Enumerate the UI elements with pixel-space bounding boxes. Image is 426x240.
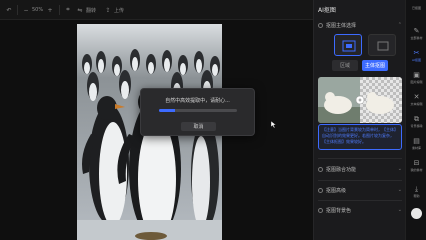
polar-bear-example-image	[318, 77, 402, 123]
option-subject[interactable]	[334, 34, 362, 56]
rail-item-material-library[interactable]: ▤ 素材库	[406, 134, 426, 154]
flip-button[interactable]: ⇋ 翻转	[76, 5, 96, 15]
progress-fill	[159, 109, 175, 112]
rail-top-label: 已抠图	[411, 6, 421, 10]
chevron-down-icon: ⌄	[397, 187, 402, 193]
toolbar-divider	[59, 5, 60, 15]
rail-item-image-edit[interactable]: ▣ 图片编辑	[406, 68, 426, 88]
chevron-up-icon: ⌃	[397, 22, 402, 28]
progress-bar	[159, 109, 237, 112]
cancel-button[interactable]: 取消	[181, 122, 216, 131]
undo-icon: ↶	[6, 6, 12, 14]
crop-icon: ⌗	[66, 6, 70, 13]
section-background-color[interactable]: 抠图背景色 ⌄	[318, 205, 402, 215]
library-icon: ▤	[413, 137, 420, 145]
section-label: 抠图融合功能	[326, 166, 357, 173]
upload-icon: ⇪	[105, 6, 111, 14]
example-preview	[318, 77, 402, 123]
panel-title: AI抠图	[318, 7, 336, 14]
zoom-out-icon: −	[23, 6, 29, 14]
upload-button[interactable]: ⇪ 上传	[104, 5, 124, 15]
scissors-icon: ✂	[413, 49, 420, 57]
processing-message: 自然中高效提取中，请耐心...	[165, 98, 230, 104]
zoom-in-icon: +	[47, 6, 53, 14]
rail-item-my-materials[interactable]: ⊟ 我的素材	[406, 156, 426, 176]
section-label: 抠图主体选择	[326, 22, 357, 29]
editor-canvas[interactable]: 自然中高效提取中，请耐心... 取消	[0, 20, 313, 240]
option-area[interactable]	[368, 34, 396, 56]
rail-item-help[interactable]: ⤓ 帮助	[406, 182, 426, 202]
undo-button[interactable]: ↶	[5, 5, 13, 15]
tip-note: 【注意】当图片背景较为简单时，【主体】自动识别的效果更好。若图片较为复杂，【主体…	[318, 124, 402, 150]
radio-icon	[318, 207, 323, 213]
section-fusion[interactable]: 抠图融合功能 ⌄	[318, 164, 402, 174]
mouse-cursor-icon	[271, 121, 276, 128]
top-toolbar: ↶ − 50% + ⌗ ⇋ 翻转 ⇪ 上传	[0, 0, 313, 20]
image-icon: ▣	[413, 71, 420, 79]
chevron-down-icon: ⌄	[397, 207, 402, 213]
rail-item-ai-cutout[interactable]: ✂ AI抠图	[406, 46, 426, 66]
section-label: 抠图背景色	[326, 207, 352, 214]
rail-item-all-materials[interactable]: ✎ 全部素材	[406, 24, 426, 44]
flip-icon: ⇋	[77, 6, 83, 14]
section-label: 抠图高级	[326, 187, 347, 194]
avatar[interactable]	[411, 208, 422, 219]
zoom-in-button[interactable]: +	[46, 5, 54, 15]
chevron-down-icon: ⌄	[397, 166, 402, 172]
rail-item-background-remove[interactable]: ⧉ 背景移除	[406, 112, 426, 132]
divider	[318, 158, 402, 159]
ai-cutout-panel: AI抠图 抠图主体选择 ⌃ 区域 主体抠图 【注意】当图片背景较为简单时，【主体…	[313, 0, 405, 240]
radio-icon	[318, 166, 323, 172]
upload-label: 上传	[114, 7, 125, 14]
download-icon: ⤓	[414, 185, 419, 193]
processing-dialog: 自然中高效提取中，请耐心... 取消	[140, 88, 255, 136]
segment-subject-cutout[interactable]: 主体抠图	[362, 60, 388, 71]
zoom-out-button[interactable]: −	[22, 5, 30, 15]
folder-icon: ⊟	[413, 159, 420, 167]
zoom-level[interactable]: 50%	[32, 5, 43, 15]
pencil-icon: ✎	[413, 27, 420, 35]
segment-area[interactable]: 区域	[332, 60, 358, 71]
radio-icon	[318, 187, 323, 193]
subject-frame-icon	[342, 40, 356, 52]
radio-icon	[318, 22, 323, 28]
section-advanced[interactable]: 抠图高级 ⌄	[318, 185, 402, 195]
text-icon: ✕	[413, 93, 420, 101]
toolbar-divider	[17, 5, 18, 15]
right-nav-rail: 已抠图 ✎ 全部素材 ✂ AI抠图 ▣ 图片编辑 ✕ 文本编辑 ⧉ 背景移除 ▤…	[405, 0, 426, 240]
rail-item-text-edit[interactable]: ✕ 文本编辑	[406, 90, 426, 110]
area-frame-icon	[377, 41, 389, 51]
layers-icon: ⧉	[414, 115, 419, 123]
crop-button[interactable]: ⌗	[64, 5, 72, 15]
divider	[318, 180, 402, 181]
section-subject-select[interactable]: 抠图主体选择 ⌃	[318, 20, 402, 30]
divider	[318, 200, 402, 201]
flip-label: 翻转	[86, 7, 97, 14]
